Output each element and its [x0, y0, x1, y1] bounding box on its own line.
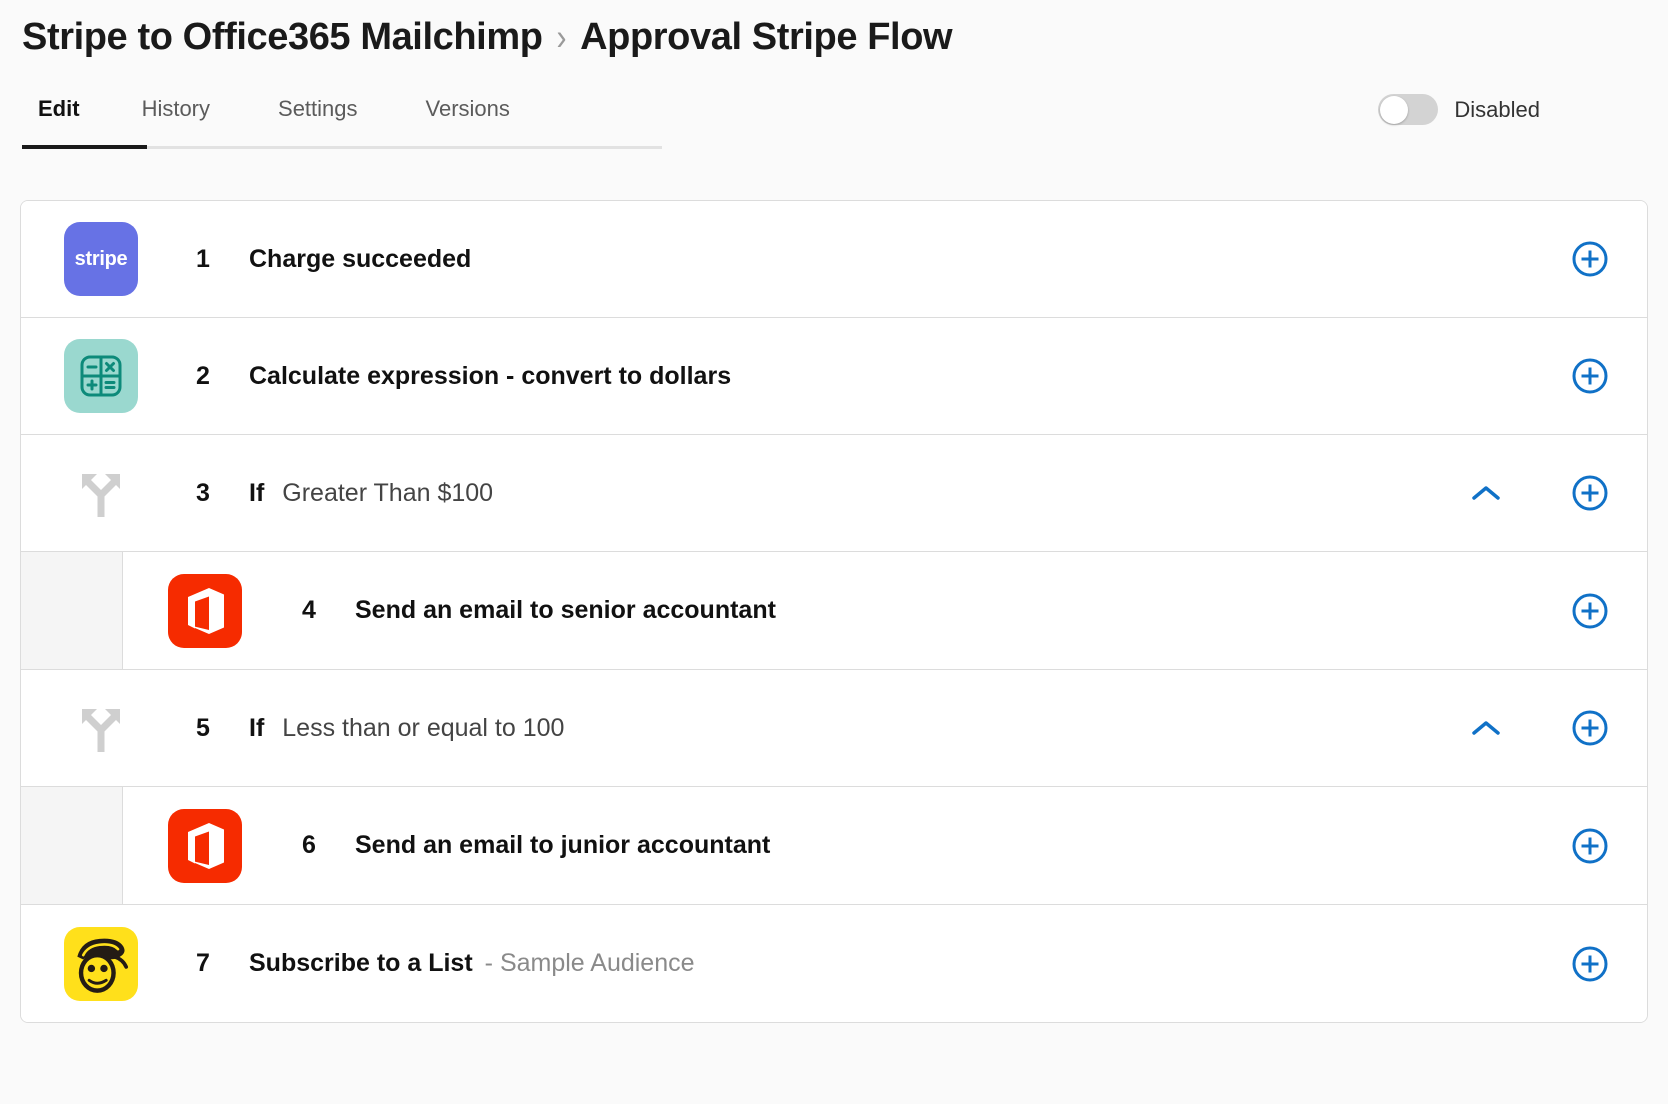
table-row[interactable]: 7 Subscribe to a List - Sample Audience [21, 905, 1647, 1022]
nesting-indent [21, 787, 123, 904]
step-keyword: If [249, 478, 265, 507]
tab-versions[interactable]: Versions [392, 96, 544, 140]
add-step-button[interactable] [1571, 709, 1609, 747]
step-label: Charge succeeded [249, 244, 472, 273]
tab-settings[interactable]: Settings [244, 96, 392, 140]
page-header: Stripe to Office365 Mailchimp › Approval… [0, 0, 1668, 152]
office365-icon [168, 808, 242, 883]
step-number: 6 [302, 831, 316, 859]
step-sublabel: - Sample Audience [484, 949, 695, 977]
tab-history[interactable]: History [108, 96, 244, 140]
step-icon-cell [21, 456, 181, 530]
step-icon-cell [123, 808, 287, 883]
nesting-indent [21, 552, 123, 669]
step-number: 4 [302, 596, 316, 624]
breadcrumb: Stripe to Office365 Mailchimp › Approval… [22, 14, 1646, 62]
add-step-button[interactable] [1571, 240, 1609, 278]
add-step-button[interactable] [1571, 827, 1609, 865]
step-icon-cell [123, 573, 287, 648]
tab-edit-label: Edit [38, 95, 80, 121]
table-row[interactable]: 3 If Greater Than $100 [21, 435, 1647, 552]
step-condition: Greater Than $100 [282, 478, 494, 507]
chevron-up-icon[interactable] [1471, 713, 1501, 743]
tab-active-indicator [22, 144, 147, 149]
table-row[interactable]: 5 If Less than or equal to 100 [21, 670, 1647, 787]
row-controls [1571, 945, 1647, 983]
step-icon-cell [21, 339, 181, 413]
step-number: 1 [196, 244, 210, 273]
step-label: Subscribe to a List [249, 949, 473, 977]
row-controls [1571, 592, 1647, 630]
add-step-button[interactable] [1571, 357, 1609, 395]
branch-icon [64, 456, 138, 530]
row-controls [1571, 827, 1647, 865]
chevron-right-icon: › [556, 16, 567, 59]
row-controls [1471, 474, 1647, 512]
tab-versions-label: Versions [425, 95, 510, 121]
step-number: 7 [196, 949, 210, 977]
step-label: Send an email to senior accountant [355, 596, 776, 624]
flow-enable-toggle[interactable] [1378, 94, 1439, 125]
add-step-button[interactable] [1571, 945, 1609, 983]
row-controls [1571, 357, 1647, 395]
table-row[interactable]: 2 Calculate expression - convert to doll… [21, 318, 1647, 435]
flow-enable-toggle-group: Disabled [1378, 94, 1540, 125]
step-icon-cell [21, 691, 181, 765]
row-controls [1471, 709, 1647, 747]
table-row[interactable]: 4 Send an email to senior accountant [21, 552, 1647, 670]
step-condition: Less than or equal to 100 [282, 713, 565, 742]
step-icon-cell [21, 926, 181, 1001]
step-number: 5 [196, 713, 210, 742]
tab-history-label: History [141, 95, 211, 121]
table-row[interactable]: 6 Send an email to junior accountant [21, 787, 1647, 905]
calculator-icon [64, 339, 138, 413]
step-number: 3 [196, 478, 210, 507]
row-controls [1571, 240, 1647, 278]
add-step-button[interactable] [1571, 592, 1609, 630]
office365-icon [168, 573, 242, 648]
step-keyword: If [249, 713, 265, 742]
add-step-button[interactable] [1571, 474, 1609, 512]
toggle-status-label: Disabled [1454, 96, 1540, 122]
chevron-up-icon[interactable] [1471, 478, 1501, 508]
mailchimp-icon [64, 926, 138, 1001]
stripe-icon: stripe [64, 222, 138, 296]
breadcrumb-parent[interactable]: Stripe to Office365 Mailchimp [22, 14, 543, 62]
table-row[interactable]: stripe 1 Charge succeeded [21, 201, 1647, 318]
step-label: Send an email to junior accountant [355, 831, 771, 859]
breadcrumb-current: Approval Stripe Flow [580, 16, 953, 58]
toggle-knob [1379, 95, 1408, 124]
stripe-icon-wordmark: stripe [74, 247, 128, 270]
tab-settings-label: Settings [278, 95, 358, 121]
tab-edit[interactable]: Edit [22, 96, 108, 140]
flow-steps-card: stripe 1 Charge succeeded 2 Calculate ex… [20, 200, 1648, 1023]
step-number: 2 [196, 361, 210, 390]
step-icon-cell: stripe [21, 222, 181, 296]
step-label: Calculate expression - convert to dollar… [249, 361, 732, 390]
branch-icon [64, 691, 138, 765]
